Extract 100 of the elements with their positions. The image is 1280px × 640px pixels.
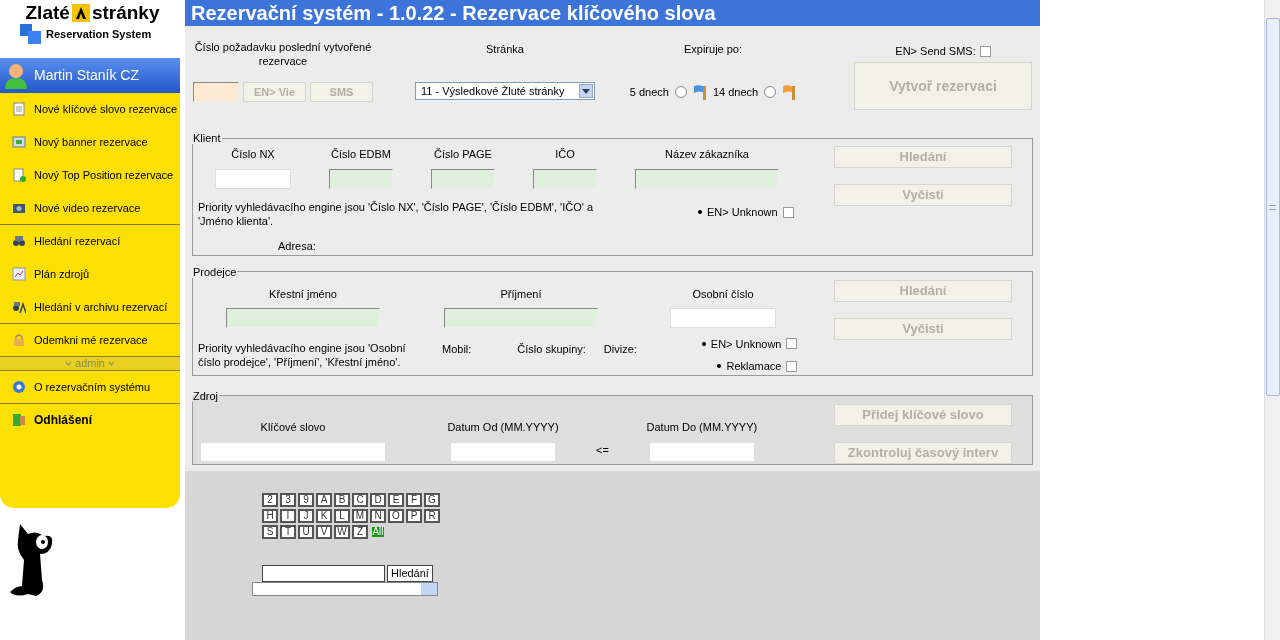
letter-filter-button[interactable]: L — [334, 508, 350, 523]
radio-button[interactable] — [674, 86, 687, 99]
letter-filter-button[interactable]: M — [352, 508, 368, 523]
search-button[interactable]: Hledání — [387, 564, 433, 582]
letter-filter-button[interactable]: C — [352, 492, 368, 507]
field-label: Adresa: — [278, 239, 316, 254]
letter-filter-button[interactable]: W — [334, 524, 350, 539]
letter-filter-button[interactable]: P — [406, 508, 422, 523]
door-icon — [12, 413, 26, 427]
letter-filter-button[interactable]: Z — [352, 524, 368, 539]
letter-filter-button[interactable]: F — [406, 492, 422, 507]
text-field[interactable] — [635, 168, 779, 189]
field-label: Číslo NX — [231, 147, 275, 162]
menu-link[interactable]: Nové video rezervace — [34, 199, 141, 217]
field-label: Klíčové slovo — [260, 420, 326, 435]
checkbox[interactable] — [979, 45, 991, 57]
menu-link[interactable]: Plán zdrojů — [34, 265, 90, 283]
hint-text: Priority vyhledávacího engine jsou 'Osobní číslo prodejce', 'Příjmení', 'Křestní jméno'. — [198, 340, 407, 370]
page-dropdown[interactable]: 11 - Výsledkové Žluté stránky — [415, 82, 595, 100]
checkbox[interactable] — [786, 360, 798, 372]
letter-filter-button[interactable]: A — [316, 492, 332, 507]
letter-filter-button[interactable]: H — [262, 508, 278, 523]
section-legend: Prodejce — [192, 265, 238, 278]
scrollbar[interactable] — [1264, 0, 1280, 640]
letter-filter-button[interactable]: U — [298, 524, 314, 539]
letter-filter-button[interactable]: D — [370, 492, 386, 507]
page-title: Rezervační systém - 1.0.22 - Rezervace klíčového slova — [191, 1, 716, 25]
field-label: Stránka — [486, 42, 524, 57]
menu-link[interactable]: Nový banner rezervace — [34, 133, 148, 151]
bullet-icon — [698, 210, 702, 215]
logo-text: Zlaté — [25, 2, 70, 24]
text-field[interactable] — [431, 168, 495, 189]
letter-filter-button[interactable]: R — [424, 508, 440, 523]
checkbox-label: EN> Send SMS: — [895, 43, 976, 59]
letter-filter-button[interactable]: J — [298, 508, 314, 523]
letter-filter-button[interactable]: K — [316, 508, 332, 523]
letter-filter-button[interactable]: G — [424, 492, 440, 507]
field-label: Křestní jméno — [269, 286, 337, 302]
letter-filter-button[interactable]: B — [334, 492, 350, 507]
search-field[interactable] — [262, 564, 385, 582]
padlock-icon — [12, 333, 26, 347]
radio-label: 14 dnech — [712, 85, 759, 100]
field-label: Číslo požadavku poslední vytvořené rezervace — [193, 40, 373, 69]
chart-icon — [12, 267, 26, 281]
checkbox[interactable] — [786, 338, 798, 350]
letter-filter-button[interactable]: S — [262, 524, 278, 539]
walking-fingers-logo-icon — [71, 4, 90, 22]
text-field[interactable] — [329, 168, 393, 189]
user-name: Martin Staník CZ — [34, 66, 140, 85]
menu-link[interactable]: Odhlášení — [34, 411, 92, 429]
user-avatar-icon — [4, 62, 28, 89]
text-field[interactable] — [444, 308, 598, 328]
field-label: Datum Do (MM.YYYY) — [646, 420, 758, 435]
field-label: Číslo EDBM — [331, 147, 391, 162]
letter-filter-button[interactable]: 2 — [262, 492, 278, 507]
letter-filter-button[interactable]: V — [316, 524, 332, 539]
relation-sign: <= — [596, 443, 609, 458]
letter-filter-button[interactable]: E — [388, 492, 404, 507]
letter-filter-button[interactable]: 9 — [298, 492, 314, 507]
menu-link[interactable]: Nové klíčové slovo rezervace — [34, 100, 178, 118]
document-icon — [12, 102, 26, 116]
text-field[interactable] — [533, 168, 597, 189]
section-heading: admin — [75, 356, 105, 372]
help-icon — [12, 380, 26, 394]
letter-filter-button[interactable]: N — [370, 508, 386, 523]
chevron-icon — [108, 361, 115, 366]
field-label: Číslo PAGE — [434, 147, 492, 162]
logo-subtitle: Reservation System — [46, 26, 152, 42]
checkbox[interactable] — [782, 206, 794, 218]
bullet-icon — [701, 341, 706, 346]
menu-link[interactable]: Nový Top Position rezervace — [34, 166, 174, 184]
menu-link[interactable]: Hledání v archivu rezervací — [34, 298, 168, 316]
hint-text: Priority vyhledávacího engine jsou 'Číslo NX', 'Číslo PAGE', 'Číslo EDBM', 'IČO' a 'Jméno klienta'. — [198, 200, 595, 228]
squares-logo-icon — [20, 24, 42, 44]
section-legend: Klient — [192, 132, 222, 144]
radio-button[interactable] — [764, 86, 777, 99]
bullet-icon — [717, 364, 722, 369]
letter-filter-button[interactable]: O — [388, 508, 404, 523]
chevron-icon — [65, 361, 72, 366]
page-plus-icon — [12, 168, 26, 182]
menu-link[interactable]: O rezervačním systému — [34, 378, 151, 396]
field-label: Datum Od (MM.YYYY) — [447, 420, 559, 435]
binoculars-icon — [12, 234, 26, 248]
checkbox-label: EN> Unknown — [710, 336, 782, 352]
section-legend: Zdroj — [192, 389, 220, 402]
field-label: IČO — [555, 147, 575, 162]
logo-text: stránky — [91, 2, 160, 24]
menu-link[interactable]: Odemkni mé rezervace — [34, 331, 148, 349]
checkbox-label: EN> Unknown — [707, 205, 778, 220]
letter-filter-button[interactable]: T — [280, 524, 296, 539]
letter-filter-button[interactable]: 3 — [280, 492, 296, 507]
menu-link[interactable]: Hledání rezervací — [34, 232, 121, 250]
binoculars-letter-icon — [12, 300, 26, 314]
letter-filter-button[interactable]: All — [370, 524, 386, 539]
letter-filter-button[interactable]: I — [280, 508, 296, 523]
radio-label: 5 dnech — [629, 85, 669, 100]
camera-icon — [12, 201, 26, 215]
field-label: Číslo skupiny: — [517, 341, 586, 357]
request-number-field[interactable] — [193, 82, 239, 102]
text-field[interactable] — [226, 308, 380, 328]
